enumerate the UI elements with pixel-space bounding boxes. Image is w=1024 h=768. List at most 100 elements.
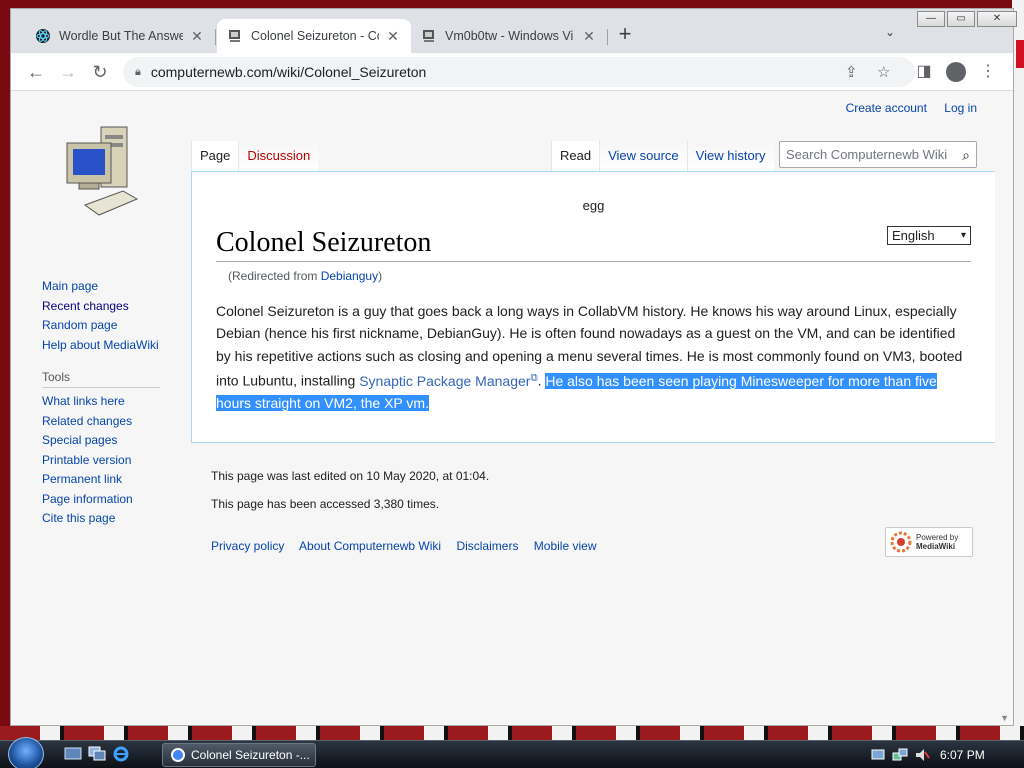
sidebar-item-main-page[interactable]: Main page	[42, 277, 172, 297]
site-notice: egg	[582, 198, 605, 213]
lock-icon: 🔒︎	[135, 65, 141, 78]
footer-places: Privacy policy About Computernewb Wiki D…	[211, 539, 609, 553]
sidebar-item-related-changes[interactable]: Related changes	[42, 412, 172, 432]
computer-favicon-icon	[227, 28, 243, 44]
internet-explorer-icon[interactable]	[112, 746, 130, 762]
scroll-down-arrow-icon[interactable]: ▼	[1000, 713, 1009, 723]
sidebar: Main page Recent changes Random page Hel…	[42, 277, 172, 529]
view-count-text: This page has been accessed 3,380 times.	[211, 497, 440, 511]
desktop-decoration	[1016, 40, 1024, 68]
browser-tab-wordle[interactable]: Wordle But The Answer ✕	[25, 19, 215, 53]
browser-tab-colonel-seizureton[interactable]: Colonel Seizureton - Co ✕	[217, 19, 411, 53]
taskbar-item-label: Colonel Seizureton -...	[191, 748, 310, 762]
browser-toolbar: ← → ↻ 🔒︎ computernewb.com/wiki/Colonel_S…	[11, 53, 1013, 91]
sidebar-item-help[interactable]: Help about MediaWiki	[42, 336, 172, 356]
tab-search-chevron-icon[interactable]: ⌄	[885, 25, 895, 39]
desktop-background-strip	[0, 726, 1024, 740]
search-placeholder: Search Computernewb Wiki	[786, 147, 948, 162]
new-tab-button[interactable]: +	[613, 23, 637, 47]
tab-strip: Wordle But The Answer ✕ Colonel Seizuret…	[11, 9, 1017, 53]
switch-windows-icon[interactable]	[88, 746, 106, 762]
sidebar-item-printable-version[interactable]: Printable version	[42, 451, 172, 471]
view-tabs: Read View source View history	[551, 141, 774, 171]
powered-by-line: Powered by	[916, 533, 959, 542]
tab-title: Wordle But The Answer	[59, 29, 183, 43]
sidebar-item-what-links-here[interactable]: What links here	[42, 392, 172, 412]
profile-avatar-icon[interactable]	[943, 59, 969, 85]
powered-by-mediawiki-badge[interactable]: Powered by MediaWiki	[885, 527, 973, 557]
last-edited-text: This page was last edited on 10 May 2020…	[211, 469, 490, 483]
taskbar-item-chrome[interactable]: Colonel Seizureton -...	[162, 743, 316, 767]
browser-tab-vm0b0tw[interactable]: Vm0b0tw - Windows Vi ✕	[411, 19, 607, 53]
close-tab-icon[interactable]: ✕	[581, 28, 597, 45]
article-paragraph: Colonel Seizureton is a guy that goes ba…	[216, 300, 971, 415]
redirect-suffix: )	[378, 269, 383, 283]
reload-icon[interactable]: ↻	[87, 59, 113, 85]
privacy-policy-link[interactable]: Privacy policy	[211, 539, 284, 553]
external-link-label: Synaptic Package Manager	[359, 372, 531, 389]
chevron-down-icon: ▾	[960, 230, 966, 241]
about-link[interactable]: About Computernewb Wiki	[299, 539, 441, 553]
address-bar[interactable]: 🔒︎ computernewb.com/wiki/Colonel_Seizure…	[123, 57, 915, 87]
powered-by-text: Powered by MediaWiki	[916, 533, 958, 551]
chrome-icon	[171, 748, 185, 762]
tools-heading: Tools	[42, 370, 160, 388]
back-arrow-icon[interactable]: ←	[23, 59, 49, 85]
close-tab-icon[interactable]: ✕	[189, 28, 205, 45]
sidebar-item-random-page[interactable]: Random page	[42, 316, 172, 336]
sidebar-item-recent-changes[interactable]: Recent changes	[42, 297, 172, 317]
mobile-view-link[interactable]: Mobile view	[534, 539, 597, 553]
tab-separator	[607, 29, 608, 45]
redirect-prefix: (Redirected from	[228, 269, 321, 283]
disclaimers-link[interactable]: Disclaimers	[456, 539, 518, 553]
sidebar-item-page-information[interactable]: Page information	[42, 490, 172, 510]
external-link-icon: ⧉	[530, 372, 538, 384]
browser-window: Wordle But The Answer ✕ Colonel Seizuret…	[10, 8, 1017, 726]
tab-page[interactable]: Page	[191, 141, 239, 171]
site-logo-computer-icon[interactable]	[61, 125, 141, 217]
mediawiki-flower-icon	[890, 531, 912, 553]
synaptic-external-link[interactable]: Synaptic Package Manager⧉	[359, 372, 538, 389]
tab-title: Colonel Seizureton - Co	[251, 29, 379, 43]
speaker-muted-icon[interactable]	[914, 747, 930, 763]
sidebar-item-permanent-link[interactable]: Permanent link	[42, 470, 172, 490]
tab-view-history[interactable]: View history	[686, 141, 774, 171]
react-icon	[35, 28, 51, 44]
maximize-button[interactable]: ▭	[947, 11, 975, 27]
taskbar: Colonel Seizureton -... 6:07 PM	[0, 737, 1024, 768]
close-window-button[interactable]: ✕	[977, 11, 1017, 27]
clock[interactable]: 6:07 PM	[940, 748, 985, 762]
log-in-link[interactable]: Log in	[944, 101, 977, 115]
share-icon[interactable]: ⇪	[845, 63, 858, 81]
tab-read[interactable]: Read	[551, 141, 600, 171]
network-status-icon[interactable]	[892, 747, 908, 763]
namespace-tabs: Page Discussion	[191, 141, 319, 171]
side-panel-icon[interactable]: ◨	[911, 59, 937, 85]
wiki-page: Create account Log in Main page Recent c…	[11, 91, 1013, 725]
close-tab-icon[interactable]: ✕	[385, 28, 401, 45]
forward-arrow-icon[interactable]: →	[55, 59, 81, 85]
tab-separator	[215, 29, 216, 45]
redirect-source-link[interactable]: Debianguy	[321, 269, 378, 283]
window-controls: — ▭ ✕	[917, 11, 1019, 27]
language-select[interactable]: English ▾	[887, 226, 971, 245]
system-tray: 6:07 PM	[870, 741, 1024, 768]
start-button[interactable]	[8, 737, 44, 768]
bookmark-star-icon[interactable]: ☆	[877, 63, 890, 81]
search-input[interactable]: Search Computernewb Wiki ⌕	[779, 141, 977, 168]
computer-favicon-icon	[421, 28, 437, 44]
tab-title: Vm0b0tw - Windows Vi	[445, 29, 574, 43]
show-desktop-icon[interactable]	[64, 746, 82, 762]
page-title: Colonel Seizureton	[216, 227, 971, 262]
network-icon[interactable]	[870, 747, 886, 763]
sidebar-item-special-pages[interactable]: Special pages	[42, 431, 172, 451]
tab-view-source[interactable]: View source	[599, 141, 687, 171]
create-account-link[interactable]: Create account	[846, 101, 927, 115]
tab-discussion[interactable]: Discussion	[238, 141, 319, 171]
minimize-button[interactable]: —	[917, 11, 945, 27]
menu-kebab-icon[interactable]: ⋮	[975, 59, 1001, 85]
search-icon[interactable]: ⌕	[962, 147, 970, 164]
url-text[interactable]: computernewb.com/wiki/Colonel_Seizureton	[151, 64, 426, 80]
sidebar-item-cite-this-page[interactable]: Cite this page	[42, 509, 172, 529]
mediawiki-line: MediaWiki	[916, 542, 956, 551]
